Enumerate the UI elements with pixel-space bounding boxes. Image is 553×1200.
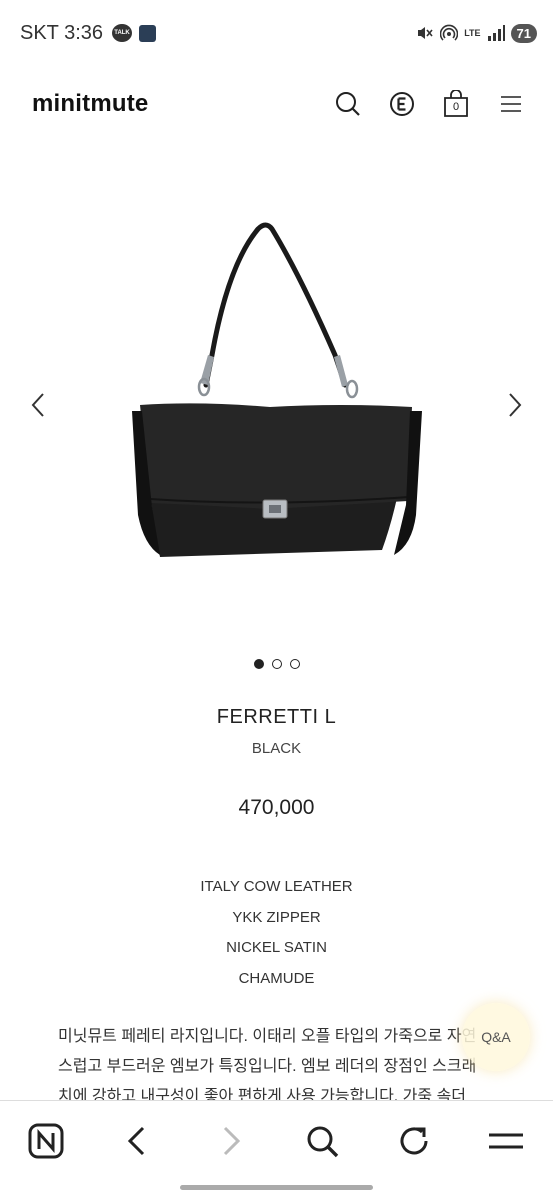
search-icon[interactable] <box>334 90 362 118</box>
cart-count: 0 <box>452 101 460 113</box>
product-name: FERRETTI L <box>216 706 337 728</box>
hotspot-icon <box>440 24 459 41</box>
spec-item: NICKEL SATIN <box>226 939 327 956</box>
product-price: 470,000 <box>238 796 315 819</box>
product-image-bag <box>132 222 422 557</box>
back-arrow-icon[interactable] <box>118 1121 158 1161</box>
product-color: BLACK <box>251 740 302 757</box>
menu-icon[interactable] <box>497 90 525 118</box>
prev-slide-button[interactable] <box>28 390 48 420</box>
app-notification-icon <box>139 25 156 42</box>
description-line: 스럽고 부드러운 엠보가 특징입니다. 엠보 레더의 장점인 스크래 <box>58 1058 477 1075</box>
status-indicators: LTE 71 <box>416 22 537 44</box>
search-icon[interactable] <box>302 1121 342 1161</box>
carousel-dot-3[interactable] <box>289 659 300 669</box>
forward-arrow-icon <box>223 1126 241 1156</box>
e-badge-icon[interactable] <box>388 90 416 118</box>
description-line: 미닛뮤트 페레티 라지입니다. 이태리 오플 타입의 가죽으로 자연 <box>58 1028 477 1045</box>
refresh-icon[interactable] <box>394 1121 434 1161</box>
qa-button[interactable]: Q&A <box>462 1003 530 1071</box>
spec-item: ITALY COW LEATHER <box>200 878 353 895</box>
carousel-dot-1[interactable] <box>253 659 264 669</box>
site-header: minitmute 0 <box>0 78 553 132</box>
carousel-dot-2[interactable] <box>271 659 282 669</box>
carousel-pagination <box>0 659 553 669</box>
gesture-handle <box>180 1185 373 1190</box>
product-image-carousel[interactable] <box>0 190 553 630</box>
battery-indicator: 71 <box>510 23 537 43</box>
mute-icon <box>418 27 433 39</box>
lte-indicator: LTE <box>464 27 481 38</box>
brand-logo[interactable]: minitmute <box>32 90 148 118</box>
cart-button[interactable]: 0 <box>442 89 470 118</box>
spec-item: YKK ZIPPER <box>232 908 321 926</box>
menu-icon[interactable] <box>486 1121 526 1161</box>
naver-home-icon[interactable] <box>26 1121 66 1161</box>
signal-icon <box>487 25 505 41</box>
product-description: 미닛뮤트 페레티 라지입니다. 이태리 오플 타입의 가죽으로 자연 스럽고 부… <box>58 1022 508 1112</box>
status-bar: SKT 3:36 TALK LTE 71 <box>0 0 553 66</box>
status-time: SKT 3:36 <box>20 22 104 44</box>
product-specs: ITALY COW LEATHER YKK ZIPPER NICKEL SATI… <box>0 872 553 994</box>
spec-item: CHAMUDE <box>238 969 315 987</box>
kakaotalk-notification-icon: TALK <box>112 24 132 42</box>
next-slide-button[interactable] <box>505 390 525 420</box>
